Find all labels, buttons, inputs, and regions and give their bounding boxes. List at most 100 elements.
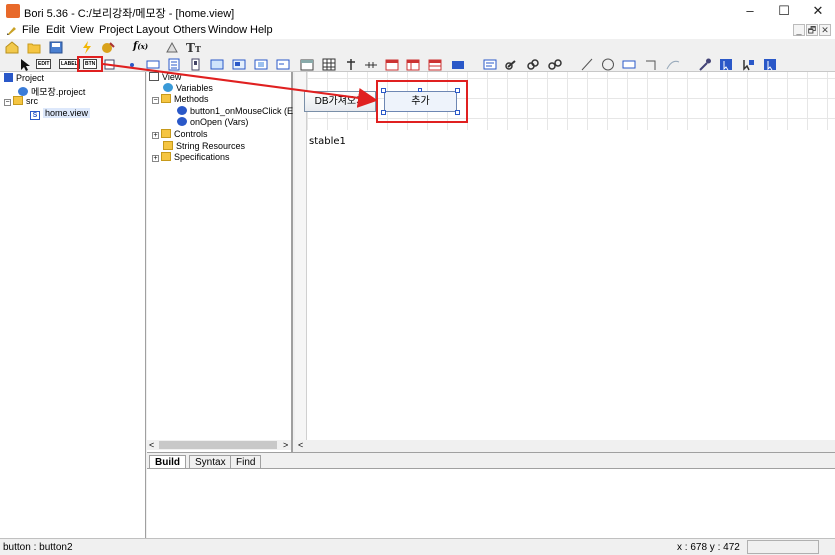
folder-icon	[163, 141, 173, 150]
menu-layout[interactable]: Layout	[136, 24, 169, 36]
debug-icon[interactable]	[101, 41, 115, 54]
run-icon[interactable]	[80, 41, 94, 54]
font-icon[interactable]: TT	[186, 41, 201, 55]
app-icon	[6, 4, 20, 18]
project-icon	[4, 73, 13, 82]
chain-icon[interactable]	[548, 58, 562, 71]
specifications-item[interactable]: + Specifications	[152, 152, 230, 162]
menu-edit[interactable]: Edit	[46, 24, 65, 36]
mdi-close-button[interactable]: ✕	[819, 24, 831, 36]
multi-select-icon[interactable]	[741, 58, 755, 71]
mdi-doc-icon	[6, 25, 17, 36]
pointer-icon[interactable]	[18, 58, 32, 71]
menu-view[interactable]: View	[70, 24, 94, 36]
variables-item[interactable]: Variables	[163, 83, 213, 93]
menu-others[interactable]: Others	[173, 24, 206, 36]
controls-item[interactable]: + Controls	[152, 129, 208, 139]
method-button1-item[interactable]: button1_onMouseClick (E	[177, 106, 293, 116]
open-folder-icon[interactable]	[27, 41, 41, 54]
view-root[interactable]: View	[149, 72, 181, 82]
output-panel[interactable]	[147, 468, 835, 538]
paint-icon[interactable]	[165, 41, 179, 54]
src-folder-item[interactable]: − src	[4, 96, 38, 106]
db-fetch-button[interactable]: DB가져오기	[304, 91, 376, 112]
canvas-hscrollbar[interactable]: <	[295, 440, 835, 450]
view-tree-panel: View Variables − Methods button1_onMouseC…	[147, 72, 293, 452]
scroll-left-icon[interactable]: <	[298, 440, 303, 450]
scroll-left-icon[interactable]: <	[149, 440, 154, 450]
collapse-icon[interactable]: −	[4, 99, 11, 106]
checkbox-icon[interactable]	[103, 58, 117, 71]
edit-control-button[interactable]: EDIT	[36, 59, 52, 69]
scroll-thumb[interactable]	[159, 441, 277, 449]
grid-icon[interactable]	[322, 58, 336, 71]
link2-icon[interactable]	[526, 58, 540, 71]
status-bar: button : button2 x : 678 y : 472	[0, 538, 835, 555]
gear-icon	[18, 87, 28, 96]
method-onopen-item[interactable]: onOpen (Vars)	[177, 117, 248, 127]
dropper-icon[interactable]	[698, 58, 712, 71]
expand-icon[interactable]: +	[152, 132, 159, 139]
mdi-minimize-button[interactable]: _	[793, 24, 805, 36]
rectangle-icon[interactable]	[622, 58, 636, 71]
menu-window[interactable]: Window	[208, 24, 247, 36]
menu-help[interactable]: Help	[250, 24, 273, 36]
source-file-icon: S	[30, 111, 40, 120]
view-file-item[interactable]: Shome.view	[30, 108, 91, 120]
project-root[interactable]: Project	[4, 73, 44, 83]
page-icon	[149, 72, 159, 81]
close-button[interactable]: ✕	[801, 0, 835, 22]
folder-icon	[161, 152, 171, 161]
ellipse-icon[interactable]	[601, 58, 615, 71]
globe-icon	[163, 83, 173, 92]
minimize-button[interactable]: –	[733, 0, 767, 22]
menu-bar: File Edit View Project Layout Others Win…	[0, 22, 835, 39]
group-icon[interactable]	[254, 58, 268, 71]
string-resources-item[interactable]: String Resources	[163, 141, 245, 151]
save-icon[interactable]	[49, 41, 63, 54]
project-panel: Project 메모장.project − src Shome.view	[0, 72, 146, 538]
table-red2-icon[interactable]	[406, 58, 420, 71]
annotation-box-add	[376, 80, 468, 123]
scroll-right-icon[interactable]: >	[283, 440, 288, 450]
status-coordinates: x : 678 y : 472	[677, 542, 740, 553]
control-toolbar: EDIT LABEL BTN	[0, 56, 835, 72]
polyline-icon[interactable]	[645, 58, 659, 71]
splitter-icon[interactable]	[364, 58, 378, 71]
function-icon[interactable]: f(x)	[133, 41, 148, 54]
frame-icon[interactable]	[276, 58, 290, 71]
methods-item[interactable]: − Methods	[152, 94, 209, 104]
scroll-icon[interactable]	[189, 58, 203, 71]
html-icon[interactable]	[451, 58, 465, 71]
menu-project[interactable]: Project	[99, 24, 133, 36]
menu-file[interactable]: File	[22, 24, 40, 36]
expand-icon[interactable]: +	[152, 155, 159, 162]
status-panel	[747, 540, 819, 554]
new-icon[interactable]	[5, 41, 19, 54]
table-label: stable1	[309, 136, 346, 147]
tab-icon[interactable]	[232, 58, 246, 71]
split-icon[interactable]	[344, 58, 358, 71]
combo-icon[interactable]	[146, 58, 160, 71]
annotation-box-btn	[77, 56, 103, 72]
select-tool-icon[interactable]	[719, 58, 733, 71]
main-toolbar: f(x) TT	[0, 39, 835, 56]
list-icon[interactable]	[167, 58, 181, 71]
stable-area[interactable]	[307, 130, 835, 440]
radio-icon[interactable]	[125, 58, 139, 71]
maximize-button[interactable]: ☐	[767, 0, 801, 22]
mdi-restore-button[interactable]: 🗗	[806, 24, 818, 36]
zoom-select-icon[interactable]	[763, 58, 777, 71]
table-red3-icon[interactable]	[428, 58, 442, 71]
link-icon[interactable]	[505, 58, 519, 71]
tree-hscrollbar[interactable]: < >	[147, 440, 291, 450]
output-tabs: Build Syntax Find	[147, 452, 835, 470]
line-icon[interactable]	[580, 58, 594, 71]
mdi-controls: _ 🗗 ✕	[792, 24, 831, 36]
table-red-icon[interactable]	[385, 58, 399, 71]
panel-icon[interactable]	[210, 58, 224, 71]
curve-icon[interactable]	[666, 58, 680, 71]
calendar-icon[interactable]	[300, 58, 314, 71]
collapse-icon[interactable]: −	[152, 97, 159, 104]
textarea-icon[interactable]	[483, 58, 497, 71]
